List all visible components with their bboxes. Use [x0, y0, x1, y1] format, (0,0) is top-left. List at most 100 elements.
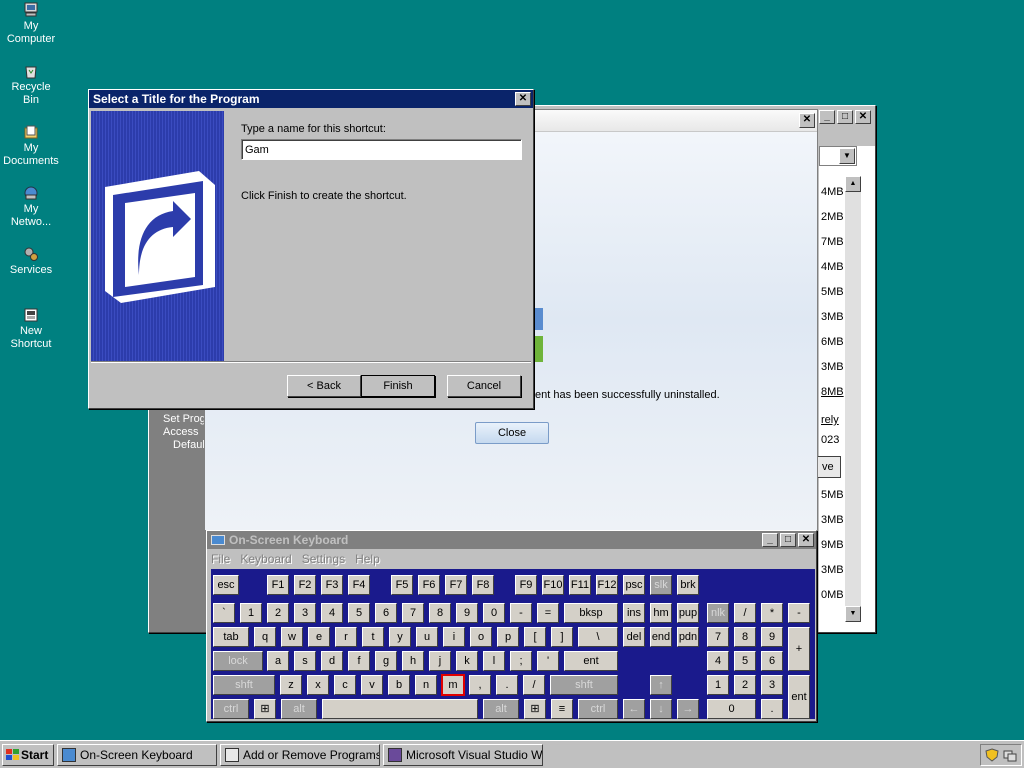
- on-screen-keyboard-window[interactable]: On-Screen Keyboard _ □ ✕ File Keyboard S…: [206, 530, 817, 722]
- key-j[interactable]: j: [429, 651, 451, 671]
- key-/[interactable]: /: [734, 603, 756, 623]
- key-pdn[interactable]: pdn: [677, 627, 699, 647]
- key-c[interactable]: c: [334, 675, 356, 695]
- key-bksp[interactable]: bksp: [564, 603, 618, 623]
- key-space[interactable]: [322, 699, 478, 719]
- key-≡[interactable]: ≡: [551, 699, 573, 719]
- key-d[interactable]: d: [321, 651, 343, 671]
- minimize-button[interactable]: _: [762, 533, 778, 547]
- key-1[interactable]: 1: [240, 603, 262, 623]
- desktop-icon-new-shortcut[interactable]: New Shortcut: [0, 307, 62, 351]
- key-4[interactable]: 4: [707, 651, 729, 671]
- key-[[interactable]: [: [524, 627, 546, 647]
- key-n[interactable]: n: [415, 675, 437, 695]
- key-4[interactable]: 4: [321, 603, 343, 623]
- dialog-titlebar[interactable]: Select a Title for the Program ✕: [89, 90, 533, 108]
- key-↑[interactable]: ↑: [650, 675, 672, 695]
- finish-button[interactable]: Finish: [361, 375, 435, 397]
- key-tab[interactable]: tab: [213, 627, 249, 647]
- key-.[interactable]: .: [496, 675, 518, 695]
- key-r[interactable]: r: [335, 627, 357, 647]
- start-button[interactable]: Start: [2, 744, 54, 766]
- key-`[interactable]: `: [213, 603, 235, 623]
- key--[interactable]: -: [510, 603, 532, 623]
- key-7[interactable]: 7: [707, 627, 729, 647]
- key-shft[interactable]: shft: [213, 675, 275, 695]
- key-q[interactable]: q: [254, 627, 276, 647]
- desktop-icon-services[interactable]: Services: [0, 246, 62, 277]
- key-b[interactable]: b: [388, 675, 410, 695]
- key-3[interactable]: 3: [294, 603, 316, 623]
- key-hm[interactable]: hm: [650, 603, 672, 623]
- key-z[interactable]: z: [280, 675, 302, 695]
- scroll-up-button[interactable]: ▲: [845, 176, 861, 192]
- key-u[interactable]: u: [416, 627, 438, 647]
- key-lock[interactable]: lock: [213, 651, 263, 671]
- sidebar-item-set-program-access[interactable]: Set Prog: [163, 413, 206, 426]
- desktop-icon-my-documents[interactable]: My Documents: [0, 124, 62, 168]
- key-F6[interactable]: F6: [418, 575, 440, 595]
- key-←[interactable]: ←: [623, 699, 645, 719]
- key-*[interactable]: *: [761, 603, 783, 623]
- key-numpad-plus[interactable]: +: [788, 627, 810, 671]
- key-i[interactable]: i: [443, 627, 465, 647]
- remove-button[interactable]: ve: [817, 456, 841, 478]
- key-o[interactable]: o: [470, 627, 492, 647]
- security-shield-icon[interactable]: [985, 748, 999, 762]
- key-,[interactable]: ,: [469, 675, 491, 695]
- key-F8[interactable]: F8: [472, 575, 494, 595]
- key-del[interactable]: del: [623, 627, 645, 647]
- close-button[interactable]: Close: [475, 422, 549, 444]
- key-s[interactable]: s: [294, 651, 316, 671]
- close-button[interactable]: ✕: [798, 533, 814, 547]
- key-6[interactable]: 6: [761, 651, 783, 671]
- key-ins[interactable]: ins: [623, 603, 645, 623]
- network-tray-icon[interactable]: [1003, 748, 1017, 762]
- key-F7[interactable]: F7: [445, 575, 467, 595]
- key-m[interactable]: m: [441, 674, 465, 696]
- key-F9[interactable]: F9: [515, 575, 537, 595]
- osk-titlebar[interactable]: On-Screen Keyboard _ □ ✕: [207, 531, 816, 549]
- key-1[interactable]: 1: [707, 675, 729, 695]
- sidebar-item-access[interactable]: Access: [163, 426, 206, 439]
- key-t[interactable]: t: [362, 627, 384, 647]
- key-F10[interactable]: F10: [542, 575, 564, 595]
- key-slk[interactable]: slk: [650, 575, 672, 595]
- menu-keyboard[interactable]: Keyboard: [240, 552, 291, 566]
- key-brk[interactable]: brk: [677, 575, 699, 595]
- key-F12[interactable]: F12: [596, 575, 618, 595]
- key-F3[interactable]: F3: [321, 575, 343, 595]
- sidebar-item-defaults[interactable]: Defaul: [163, 439, 206, 452]
- list-scrollbar[interactable]: ▲ ▼: [845, 176, 861, 622]
- key-v[interactable]: v: [361, 675, 383, 695]
- taskbar-item-add-remove[interactable]: Add or Remove Programs: [220, 744, 380, 766]
- key-g[interactable]: g: [375, 651, 397, 671]
- key-alt[interactable]: alt: [281, 699, 317, 719]
- scroll-down-button[interactable]: ▼: [845, 606, 861, 622]
- key-h[interactable]: h: [402, 651, 424, 671]
- key-pup[interactable]: pup: [677, 603, 699, 623]
- key-ctrl[interactable]: ctrl: [578, 699, 618, 719]
- used-frequency-link[interactable]: rely: [821, 414, 839, 426]
- key-↓[interactable]: ↓: [650, 699, 672, 719]
- key-y[interactable]: y: [389, 627, 411, 647]
- key-][interactable]: ]: [551, 627, 573, 647]
- key-8[interactable]: 8: [429, 603, 451, 623]
- key-esc[interactable]: esc: [213, 575, 239, 595]
- key-2[interactable]: 2: [267, 603, 289, 623]
- key-F4[interactable]: F4: [348, 575, 370, 595]
- key-8[interactable]: 8: [734, 627, 756, 647]
- close-icon[interactable]: ✕: [799, 113, 815, 128]
- menu-help[interactable]: Help: [355, 552, 380, 566]
- close-button[interactable]: ✕: [855, 110, 871, 124]
- desktop-icon-my-network[interactable]: My Netwo...: [0, 185, 62, 229]
- maximize-button[interactable]: □: [780, 533, 796, 547]
- maximize-button[interactable]: □: [837, 110, 853, 124]
- key-F11[interactable]: F11: [569, 575, 591, 595]
- key-5[interactable]: 5: [348, 603, 370, 623]
- key-alt[interactable]: alt: [483, 699, 519, 719]
- key-\[interactable]: \: [578, 627, 618, 647]
- key-w[interactable]: w: [281, 627, 303, 647]
- key-l[interactable]: l: [483, 651, 505, 671]
- chevron-down-icon[interactable]: ▼: [839, 148, 855, 164]
